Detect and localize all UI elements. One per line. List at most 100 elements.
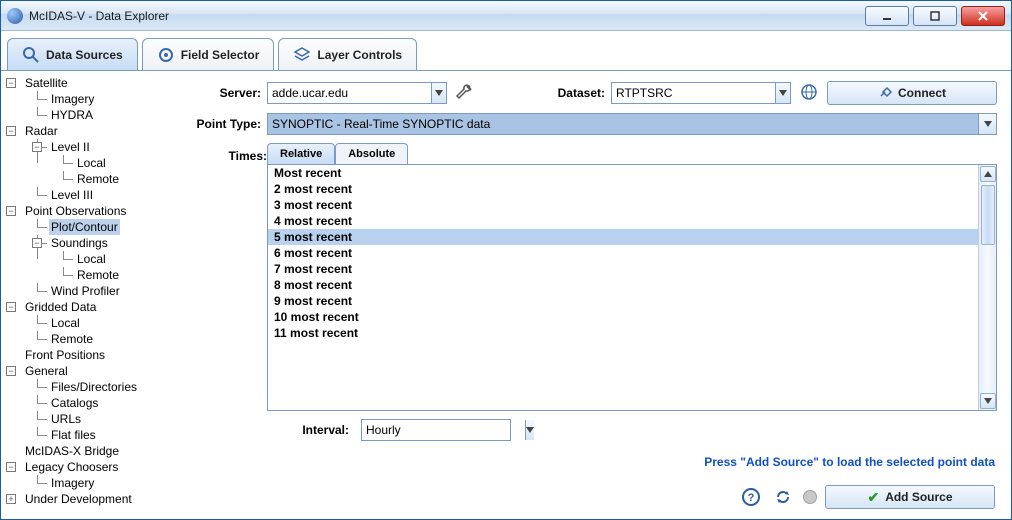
main-panel: Server: Dataset: [169,71,1011,519]
tree-node-remote[interactable]: Remote [49,331,95,347]
tree-node-local[interactable]: Local [75,251,108,267]
tab-data-sources[interactable]: Data Sources [7,38,138,70]
tree-handle[interactable]: − [6,78,16,88]
refresh-button[interactable] [771,485,795,509]
tab-layer-controls[interactable]: Layer Controls [278,38,417,70]
times-list-item[interactable]: 2 most recent [268,181,978,197]
times-list-item[interactable]: 11 most recent [268,325,978,341]
tree-node-satellite[interactable]: Satellite [23,75,70,91]
times-list-item[interactable]: 6 most recent [268,245,978,261]
layers-icon [293,46,311,64]
tree-handle[interactable]: − [6,126,16,136]
add-source-button[interactable]: ✔ Add Source [825,485,995,509]
window-buttons [865,6,1005,26]
add-source-label: Add Source [885,490,952,504]
times-list-item[interactable]: 7 most recent [268,261,978,277]
scroll-up-button[interactable] [980,166,996,182]
tree-handle[interactable]: − [32,142,42,152]
connect-button[interactable]: Connect [827,81,997,105]
scroll-down-button[interactable] [980,393,996,409]
scrollbar[interactable] [978,165,996,410]
tree-handle[interactable]: − [6,366,16,376]
point-type-combo[interactable] [267,113,997,135]
tree-handle[interactable]: + [6,494,16,504]
manage-servers-button[interactable] [453,81,477,105]
tree-node-radar[interactable]: Radar [23,123,60,139]
tree-node-plot-contour[interactable]: Plot/Contour [49,219,120,235]
help-button[interactable]: ? [739,485,763,509]
status-indicator [803,490,817,504]
tree-handle[interactable]: − [32,238,42,248]
tree-handle[interactable]: − [6,462,16,472]
tree-node-gridded[interactable]: Gridded Data [23,299,98,315]
times-list-item[interactable]: 5 most recent [268,229,978,245]
server-combo[interactable] [267,82,447,104]
tree-node-under-dev[interactable]: Under Development [23,491,134,507]
plug-icon [878,85,892,102]
tab-label: Layer Controls [317,48,402,62]
times-section: Times: Relative Absolute Most recent2 mo… [179,143,997,441]
chevron-down-icon[interactable] [431,83,446,103]
chevron-down-icon[interactable] [978,114,996,134]
times-list-item[interactable]: 8 most recent [268,277,978,293]
interval-combo[interactable] [361,419,511,441]
minimize-button[interactable] [865,6,909,26]
times-list-item[interactable]: 4 most recent [268,213,978,229]
tree-handle[interactable]: − [6,206,16,216]
tree-node-legacy[interactable]: Legacy Choosers [23,459,120,475]
tree-node-level3[interactable]: Level III [49,187,95,203]
dataset-combo[interactable] [611,82,791,104]
tree-node-remote[interactable]: Remote [75,267,121,283]
times-list-item[interactable]: Most recent [268,165,978,181]
times-list[interactable]: Most recent2 most recent3 most recent4 m… [268,165,978,410]
point-type-label: Point Type: [179,117,261,131]
tree-node-general[interactable]: General [23,363,70,379]
tree-node-local[interactable]: Local [49,315,82,331]
tree-node-local[interactable]: Local [75,155,108,171]
maximize-button[interactable] [913,6,957,26]
tab-field-selector[interactable]: Field Selector [142,38,275,70]
public-datasets-button[interactable] [797,81,821,105]
tree-node-urls[interactable]: URLs [49,411,83,427]
point-type-input[interactable] [268,114,978,134]
tree-node-imagery[interactable]: Imagery [49,91,96,107]
footer: ? ✔ Add Source [179,483,997,509]
tree-handle[interactable]: − [6,302,16,312]
subtab-relative[interactable]: Relative [267,143,335,164]
interval-input[interactable] [362,420,525,440]
server-input[interactable] [268,83,431,103]
tree-node-hydra[interactable]: HYDRA [49,107,95,123]
tree-node-mcidasx-bridge[interactable]: McIDAS-X Bridge [23,443,121,459]
window-title: McIDAS-V - Data Explorer [29,9,865,23]
interval-label: Interval: [267,423,355,437]
app-icon [7,8,23,24]
tree-node-flat-files[interactable]: Flat files [49,427,98,443]
dataset-input[interactable] [612,83,775,103]
times-list-item[interactable]: 9 most recent [268,293,978,309]
tree-node-soundings[interactable]: Soundings [49,235,110,251]
tree-node-point-obs[interactable]: Point Observations [23,203,128,219]
times-listbox: Most recent2 most recent3 most recent4 m… [267,164,997,411]
scroll-thumb[interactable] [981,185,995,245]
dataset-label: Dataset: [545,86,605,100]
subtab-absolute[interactable]: Absolute [335,143,408,164]
globe-icon [800,83,818,104]
point-type-row: Point Type: [179,113,997,135]
chevron-down-icon[interactable] [525,420,534,440]
tree-node-level2[interactable]: Level II [49,139,92,155]
tree-node-front-positions[interactable]: Front Positions [23,347,107,363]
wrench-icon [456,83,474,104]
times-list-item[interactable]: 3 most recent [268,197,978,213]
times-label: Times: [179,143,267,441]
hint-text: Press "Add Source" to load the selected … [179,449,997,475]
tree-node-wind-profiler[interactable]: Wind Profiler [49,283,122,299]
tree-node-catalogs[interactable]: Catalogs [49,395,100,411]
close-button[interactable] [961,6,1005,26]
interval-row: Interval: [267,419,997,441]
tree-node-remote[interactable]: Remote [75,171,121,187]
tree-node-imagery[interactable]: Imagery [49,475,96,491]
content: − Satellite Imagery HYDRA − Radar − Leve… [1,71,1011,519]
tree-node-files-dirs[interactable]: Files/Directories [49,379,139,395]
times-list-item[interactable]: 10 most recent [268,309,978,325]
chevron-down-icon[interactable] [775,83,790,103]
